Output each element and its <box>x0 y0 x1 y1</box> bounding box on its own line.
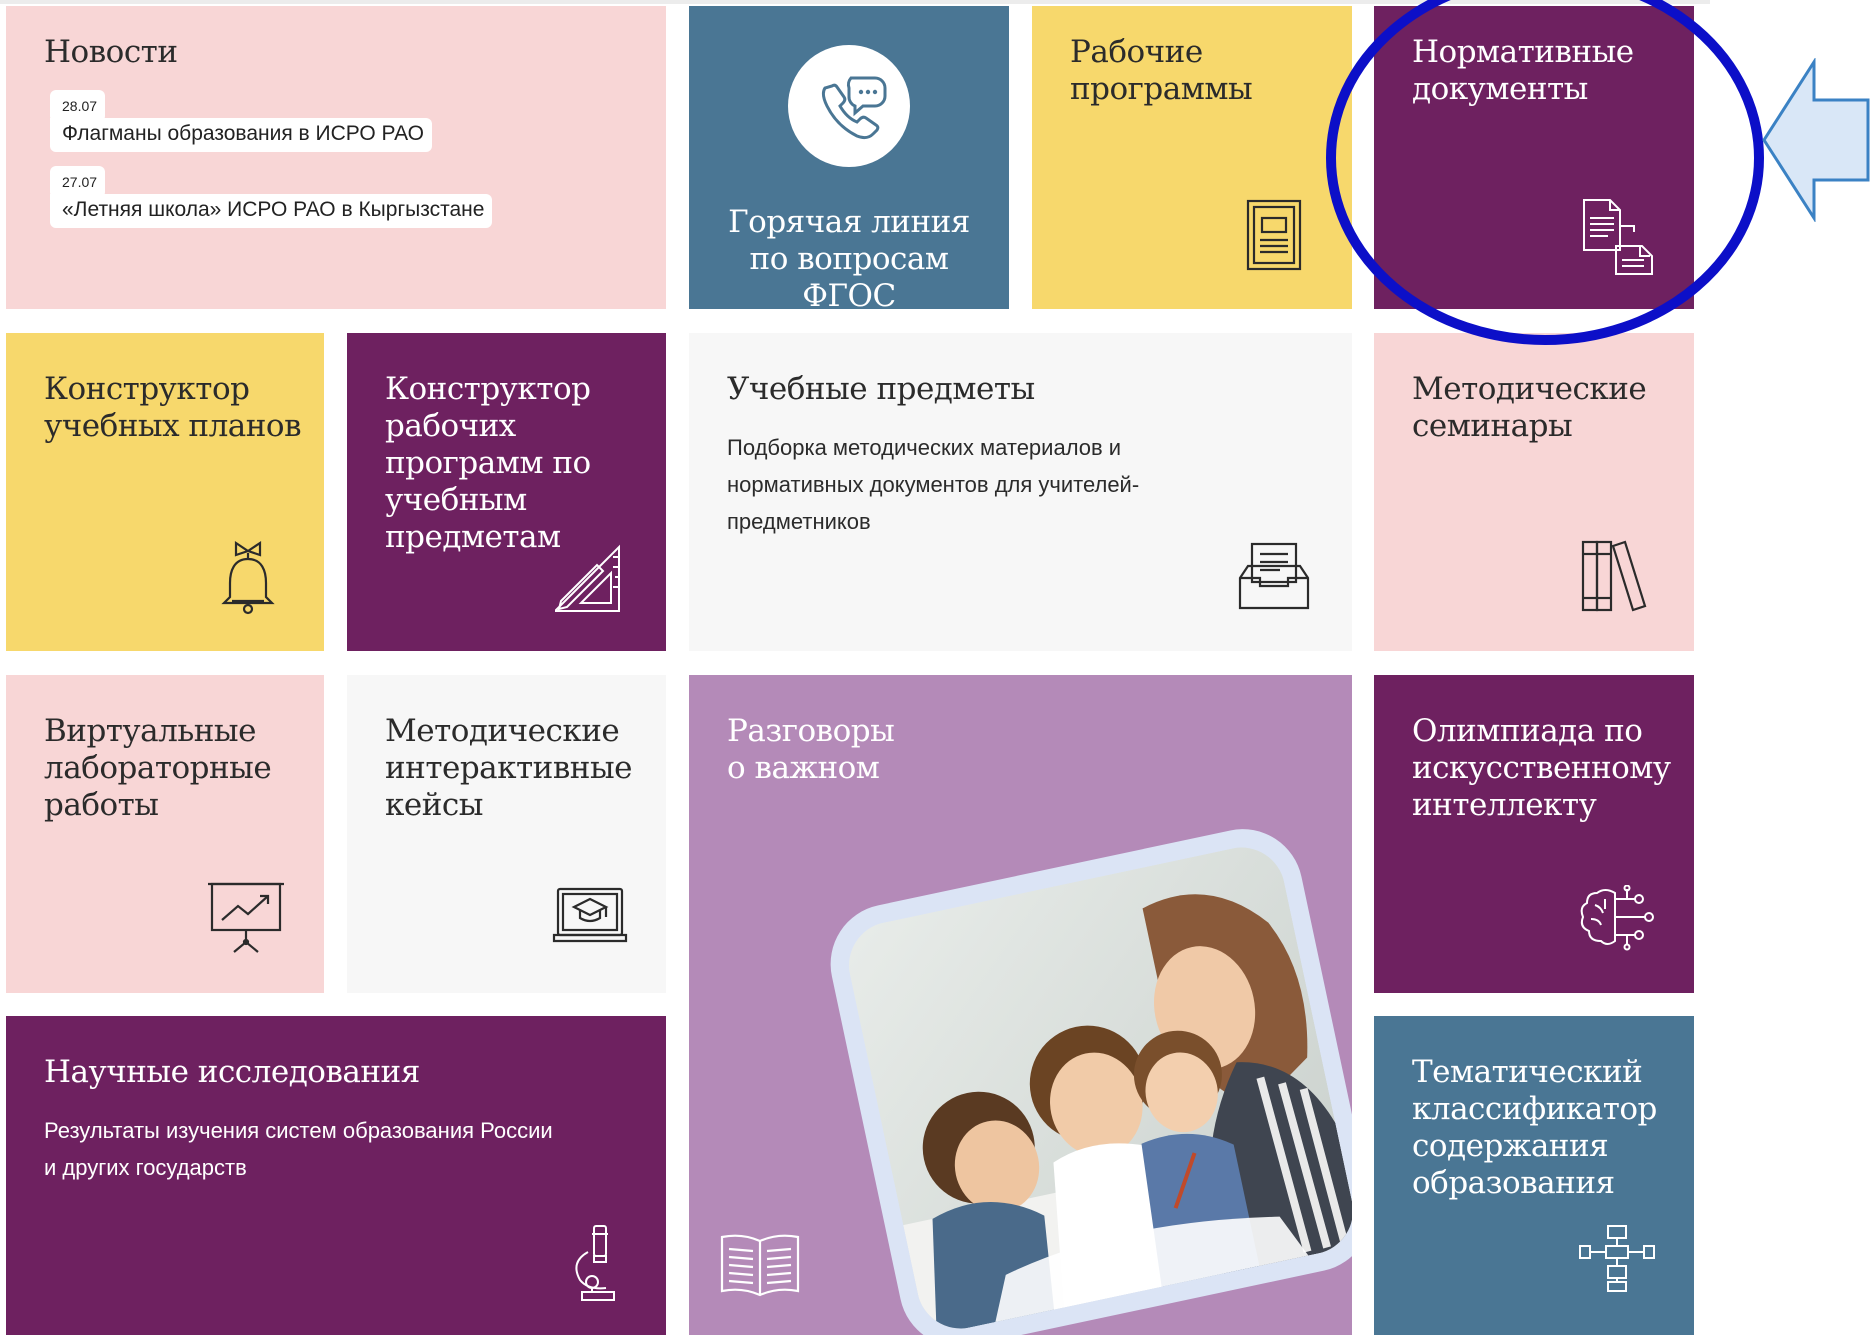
books-icon <box>1579 538 1655 614</box>
brain-circuit-icon <box>1579 884 1655 951</box>
subjects-description-line3: предметников <box>727 509 871 534</box>
hierarchy-icon <box>1578 1224 1656 1292</box>
work-programs-title-line1: Рабочие <box>1070 34 1203 70</box>
news-date: 28.07 <box>50 90 106 122</box>
tile-program-builder[interactable]: Конструктор рабочих программ по учебным … <box>347 333 666 651</box>
seminars-title-line2: семинары <box>1412 408 1573 444</box>
news-item[interactable]: 28.07 Флагманы образования в ИСРО РАО <box>50 90 432 152</box>
subjects-title: Учебные предметы <box>727 371 1035 407</box>
cases-title-line3: кейсы <box>385 787 483 823</box>
photo-content <box>840 839 1352 1335</box>
tile-hotline[interactable]: Горячая линия по вопросам ФГОС <box>689 6 1009 309</box>
book-icon <box>1244 198 1304 272</box>
curriculum-builder-title-line2: учебных планов <box>44 408 302 444</box>
inbox-tray-icon <box>1236 538 1312 614</box>
subjects-description-line2: нормативных документов для учителей- <box>727 472 1140 497</box>
news-headline[interactable]: «Летняя школа» ИСРО РАО в Кыргызстане <box>50 194 493 228</box>
cases-title-line1: Методические <box>385 713 620 749</box>
research-description-line1: Результаты изучения систем образования Р… <box>44 1118 553 1143</box>
hotline-title-line2: по вопросам <box>749 241 949 277</box>
tile-cases[interactable]: Методические интерактивные кейсы <box>347 675 666 993</box>
microscope-icon <box>568 1222 624 1304</box>
classifier-title-line3: содержания <box>1412 1128 1609 1164</box>
laptop-graduation-icon <box>552 885 628 947</box>
curriculum-builder-title-line1: Конструктор <box>44 371 250 407</box>
classifier-title-line4: образования <box>1412 1165 1615 1201</box>
work-programs-title-line2: программы <box>1070 71 1253 107</box>
virtual-labs-title-line3: работы <box>44 787 159 823</box>
classifier-title-line2: классификатор <box>1412 1091 1657 1127</box>
classifier-title-line1: Тематический <box>1412 1054 1643 1090</box>
program-builder-title-line1: Конструктор <box>385 371 591 407</box>
research-title: Научные исследования <box>44 1054 420 1090</box>
tile-news[interactable]: Новости 28.07 Флагманы образования в ИСР… <box>6 6 666 309</box>
cases-title-line2: интерактивные <box>385 750 632 786</box>
highlight-ellipse <box>1320 0 1770 350</box>
tile-subjects[interactable]: Учебные предметы Подборка методических м… <box>689 333 1352 651</box>
research-description-line2: и других государств <box>44 1155 247 1180</box>
ai-olympiad-title-line1: Олимпиада по <box>1412 713 1643 749</box>
news-headline[interactable]: Флагманы образования в ИСРО РАО <box>50 118 432 152</box>
hotline-title-line3: ФГОС <box>802 278 896 309</box>
virtual-labs-title-line1: Виртуальные <box>44 713 256 749</box>
tile-curriculum-builder[interactable]: Конструктор учебных планов <box>6 333 324 651</box>
conversations-title-line1: Разговоры <box>727 713 895 749</box>
program-builder-title-line2: рабочих <box>385 408 516 444</box>
seminars-title-line1: Методические <box>1412 371 1647 407</box>
ruler-pencil-icon <box>552 543 627 615</box>
teacher-children-photo <box>819 818 1352 1335</box>
program-builder-title-line5: предметам <box>385 519 561 555</box>
hotline-title-line1: Горячая линия <box>728 204 970 240</box>
subjects-description-line1: Подборка методических материалов и <box>727 435 1122 460</box>
news-date: 27.07 <box>50 166 106 198</box>
tile-virtual-labs[interactable]: Виртуальные лабораторные работы <box>6 675 324 993</box>
virtual-labs-title-line2: лабораторные <box>44 750 272 786</box>
news-title: Новости <box>44 34 178 70</box>
bell-icon <box>218 539 278 615</box>
program-builder-title-line3: программ по <box>385 445 591 481</box>
presentation-board-icon <box>206 880 286 956</box>
tile-conversations[interactable]: Разговоры о важном <box>689 675 1352 1335</box>
tile-research[interactable]: Научные исследования Результаты изучения… <box>6 1016 666 1335</box>
pointer-arrow-icon <box>1760 56 1870 224</box>
tile-ai-olympiad[interactable]: Олимпиада по искусственному интеллекту <box>1374 675 1694 993</box>
tile-classifier[interactable]: Тематический классификатор содержания об… <box>1374 1016 1694 1335</box>
open-book-icon <box>717 1231 803 1299</box>
news-item[interactable]: 27.07 «Летняя школа» ИСРО РАО в Кыргызст… <box>50 166 493 228</box>
ai-olympiad-title-line2: искусственному <box>1412 750 1671 786</box>
phone-chat-icon <box>787 44 911 168</box>
program-builder-title-line4: учебным <box>385 482 527 518</box>
tile-work-programs[interactable]: Рабочие программы <box>1032 6 1352 309</box>
conversations-title-line2: о важном <box>727 750 880 786</box>
ai-olympiad-title-line3: интеллекту <box>1412 787 1597 823</box>
tile-seminars[interactable]: Методические семинары <box>1374 333 1694 651</box>
